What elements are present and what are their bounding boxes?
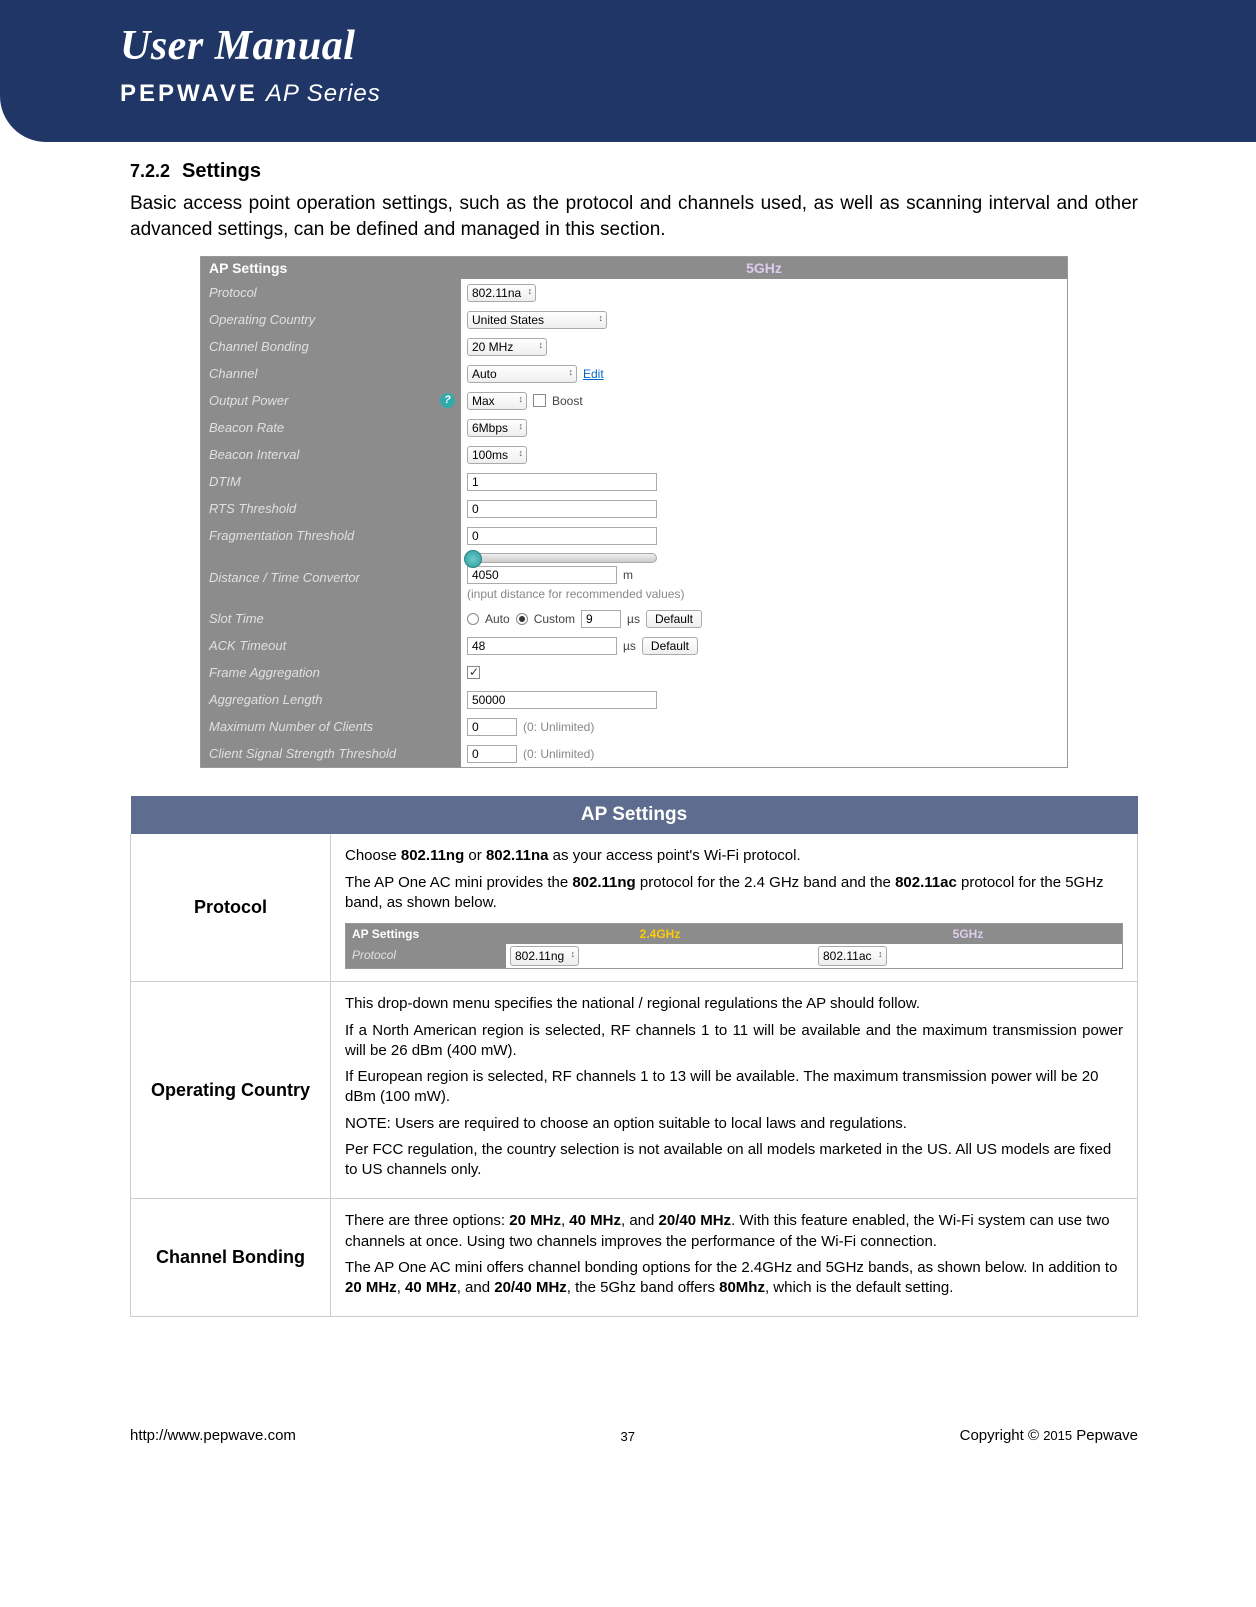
row-label-distance: Distance / Time Convertor	[201, 549, 461, 605]
distance-hint: (input distance for recommended values)	[467, 587, 684, 601]
slot-custom-radio[interactable]	[516, 613, 528, 625]
manual-title: User Manual	[120, 22, 1256, 70]
dtim-input[interactable]	[467, 473, 657, 491]
slot-default-button[interactable]: Default	[646, 610, 702, 628]
slot-custom-label: Custom	[534, 612, 575, 626]
section-number: 7.2.2	[130, 161, 170, 181]
bonding-select[interactable]: 20 MHz	[467, 338, 547, 356]
aggregation-length-input[interactable]	[467, 691, 657, 709]
row-label-frag: Fragmentation Threshold	[201, 522, 461, 549]
mini-24-select[interactable]: 802.11ng	[510, 946, 579, 966]
max-clients-hint: (0: Unlimited)	[523, 720, 594, 734]
boost-checkbox[interactable]	[533, 394, 546, 407]
desc-table-title: AP Settings	[131, 796, 1138, 834]
power-select[interactable]: Max	[467, 392, 527, 410]
mini-5-select[interactable]: 802.11ac	[818, 946, 887, 966]
row-label-dtim: DTIM	[201, 468, 461, 495]
footer-url: http://www.pepwave.com	[130, 1427, 296, 1444]
row-label-beacon-interval: Beacon Interval	[201, 441, 461, 468]
mini-hdr-left: AP Settings	[346, 924, 506, 944]
help-icon[interactable]: ?	[440, 393, 455, 408]
footer-copyright: Copyright © 2015 Pepwave	[960, 1427, 1138, 1444]
row-label-signal-threshold: Client Signal Strength Threshold	[201, 740, 461, 767]
row-label-channel: Channel	[201, 360, 461, 387]
channel-bonding-value: There are three options: 20 MHz, 40 MHz,…	[331, 1199, 1138, 1317]
brand-line: PEPWAVE AP Series	[120, 80, 1256, 108]
page-number: 37	[621, 1429, 635, 1444]
frag-input[interactable]	[467, 527, 657, 545]
row-label-aggregation-length: Aggregation Length	[201, 686, 461, 713]
header-bar: User Manual PEPWAVE AP Series	[0, 0, 1256, 142]
row-label-ack: ACK Timeout	[201, 632, 461, 659]
row-label-bonding: Channel Bonding	[201, 333, 461, 360]
channel-edit-link[interactable]: Edit	[583, 367, 604, 381]
row-label-country: Operating Country	[201, 306, 461, 333]
ap-settings-screenshot: AP Settings 5GHz Protocol 802.11na Operat…	[200, 256, 1068, 768]
page-footer: http://www.pepwave.com 37 Copyright © 20…	[0, 1357, 1256, 1474]
screenshot-header: AP Settings 5GHz	[201, 257, 1067, 279]
ack-default-button[interactable]: Default	[642, 637, 698, 655]
max-clients-input[interactable]	[467, 718, 517, 736]
screenshot-header-left: AP Settings	[201, 257, 461, 279]
channel-bonding-key: Channel Bonding	[131, 1199, 331, 1317]
row-label-max-clients: Maximum Number of Clients	[201, 713, 461, 740]
slot-auto-label: Auto	[485, 612, 510, 626]
section-title: Settings	[182, 160, 261, 182]
aggregation-checkbox[interactable]	[467, 666, 480, 679]
mini-row-label: Protocol	[346, 944, 506, 968]
beacon-interval-select[interactable]: 100ms	[467, 446, 527, 464]
ap-settings-table: AP Settings Protocol Choose 802.11ng or …	[130, 796, 1138, 1317]
distance-slider[interactable]	[467, 553, 657, 563]
protocol-value: Choose 802.11ng or 802.11na as your acce…	[331, 834, 1138, 982]
slot-input[interactable]	[581, 610, 621, 628]
ack-unit: µs	[623, 639, 636, 653]
ack-input[interactable]	[467, 637, 617, 655]
slot-unit: µs	[627, 612, 640, 626]
row-label-aggregation: Frame Aggregation	[201, 659, 461, 686]
boost-label: Boost	[552, 394, 583, 408]
distance-unit: m	[623, 568, 633, 582]
mini-hdr-24: 2.4GHz	[506, 924, 814, 944]
row-label-slot: Slot Time	[201, 605, 461, 632]
operating-country-key: Operating Country	[131, 982, 331, 1199]
country-select[interactable]: United States	[467, 311, 607, 329]
protocol-mini-screenshot: AP Settings2.4GHz5GHz Protocol802.11ng 80…	[345, 923, 1123, 969]
brand-pepwave: PEPWAVE	[120, 80, 258, 107]
operating-country-value: This drop-down menu specifies the nation…	[331, 982, 1138, 1199]
slot-auto-radio[interactable]	[467, 613, 479, 625]
section-heading: 7.2.2 Settings	[130, 160, 1138, 183]
signal-threshold-input[interactable]	[467, 745, 517, 763]
mini-hdr-5: 5GHz	[814, 924, 1122, 944]
screenshot-header-band: 5GHz	[461, 257, 1067, 279]
beacon-rate-select[interactable]: 6Mbps	[467, 419, 527, 437]
protocol-key: Protocol	[131, 834, 331, 982]
row-label-beacon-rate: Beacon Rate	[201, 414, 461, 441]
row-label-protocol: Protocol	[201, 279, 461, 306]
row-label-power: Output Power?	[201, 387, 461, 414]
intro-paragraph: Basic access point operation settings, s…	[130, 191, 1138, 242]
distance-input[interactable]	[467, 566, 617, 584]
protocol-select[interactable]: 802.11na	[467, 284, 536, 302]
rts-input[interactable]	[467, 500, 657, 518]
channel-select[interactable]: Auto	[467, 365, 577, 383]
brand-apseries: AP Series	[266, 80, 381, 107]
row-label-rts: RTS Threshold	[201, 495, 461, 522]
signal-threshold-hint: (0: Unlimited)	[523, 747, 594, 761]
